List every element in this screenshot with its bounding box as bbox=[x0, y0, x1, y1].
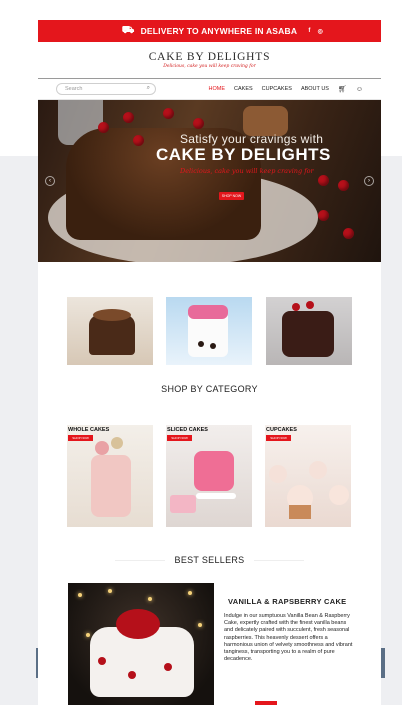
best-sellers-heading: BEST SELLERS bbox=[38, 555, 381, 565]
category-card-sliced-cakes[interactable]: SLICED CAKES SHOP NOW bbox=[166, 425, 252, 527]
product-description: Indulge in our sumptuous Vanilla Bean & … bbox=[224, 613, 353, 663]
hero-shop-button[interactable]: SHOP NOW bbox=[219, 192, 244, 200]
cherry-decoration bbox=[133, 135, 144, 146]
hero-banner: ‹ › Satisfy your cravings with CAKE BY D… bbox=[38, 100, 381, 262]
social-links: f ◎ bbox=[308, 20, 323, 42]
cherry-decoration bbox=[98, 122, 109, 133]
search-placeholder: Search bbox=[65, 86, 83, 92]
nav-item-cakes[interactable]: CAKES bbox=[234, 86, 253, 92]
promo-text: DELIVERY TO ANYWHERE IN ASABA bbox=[140, 26, 298, 36]
featured-cakes-row bbox=[67, 297, 352, 365]
nav-menu: HOME CAKES CUPCAKES ABOUT US 🛒︎ ☺ bbox=[209, 79, 363, 99]
hero-subheading: Satisfy your cravings with bbox=[180, 132, 324, 146]
website-page: ⛟ DELIVERY TO ANYWHERE IN ASABA f ◎ CAKE… bbox=[38, 20, 381, 705]
slider-prev-arrow[interactable]: ‹ bbox=[45, 176, 55, 186]
category-label: CUPCAKES bbox=[266, 427, 297, 433]
slider-next-arrow[interactable]: › bbox=[364, 176, 374, 186]
category-shop-button[interactable]: SHOP NOW bbox=[167, 435, 192, 441]
truck-icon: ⛟ bbox=[121, 24, 135, 36]
cherry-decoration bbox=[123, 112, 134, 123]
search-input[interactable]: Search ⌕ bbox=[56, 83, 156, 95]
brand-name: CAKE BY DELIGHTS bbox=[148, 51, 271, 63]
nav-item-home[interactable]: HOME bbox=[209, 86, 226, 92]
hero-heading: CAKE BY DELIGHTS bbox=[156, 145, 331, 164]
best-seller-product-image[interactable] bbox=[68, 583, 214, 705]
promo-bar: ⛟ DELIVERY TO ANYWHERE IN ASABA f ◎ bbox=[38, 20, 381, 42]
hero-tagline: Delicious, cake you will keep craving fo… bbox=[180, 167, 314, 175]
main-navigation: Search ⌕ HOME CAKES CUPCAKES ABOUT US 🛒︎… bbox=[38, 78, 381, 100]
category-label: WHOLE CAKES bbox=[68, 427, 110, 433]
nav-item-cupcakes[interactable]: CUPCAKES bbox=[262, 86, 292, 92]
featured-cake-image[interactable] bbox=[266, 297, 352, 365]
category-label: SLICED CAKES bbox=[167, 427, 208, 433]
nav-item-about-us[interactable]: ABOUT US bbox=[301, 86, 329, 92]
product-name[interactable]: VANILLA & RAPSBERRY CAKE bbox=[228, 597, 354, 606]
cherry-decoration bbox=[343, 228, 354, 239]
cherry-decoration bbox=[163, 108, 174, 119]
cherry-decoration bbox=[318, 175, 329, 186]
featured-cake-image[interactable] bbox=[166, 297, 252, 365]
brand-logo[interactable]: CAKE BY DELIGHTS Delicious, cake you wil… bbox=[38, 42, 381, 78]
search-icon[interactable]: ⌕ bbox=[147, 85, 150, 92]
user-icon[interactable]: ☺ bbox=[356, 86, 363, 93]
category-shop-button[interactable]: SHOP NOW bbox=[68, 435, 93, 441]
brand-tagline: Delicious, cake you will keep craving fo… bbox=[163, 64, 256, 69]
cherry-decoration bbox=[338, 180, 349, 191]
cart-icon[interactable]: 🛒︎ bbox=[338, 85, 347, 93]
cherry-decoration bbox=[318, 210, 329, 221]
scroll-indicator bbox=[255, 701, 277, 705]
cherry-decoration bbox=[193, 118, 204, 129]
instagram-icon[interactable]: ◎ bbox=[318, 28, 323, 35]
category-shop-button[interactable]: SHOP NOW bbox=[266, 435, 291, 441]
shop-by-category-heading: SHOP BY CATEGORY bbox=[161, 384, 258, 394]
best-seller-info: VANILLA & RAPSBERRY CAKE Indulge in our … bbox=[224, 597, 354, 663]
facebook-icon[interactable]: f bbox=[308, 28, 310, 34]
category-card-cupcakes[interactable]: CUPCAKES SHOP NOW bbox=[265, 425, 351, 527]
category-card-whole-cakes[interactable]: WHOLE CAKES SHOP NOW bbox=[67, 425, 153, 527]
featured-cake-image[interactable] bbox=[67, 297, 153, 365]
